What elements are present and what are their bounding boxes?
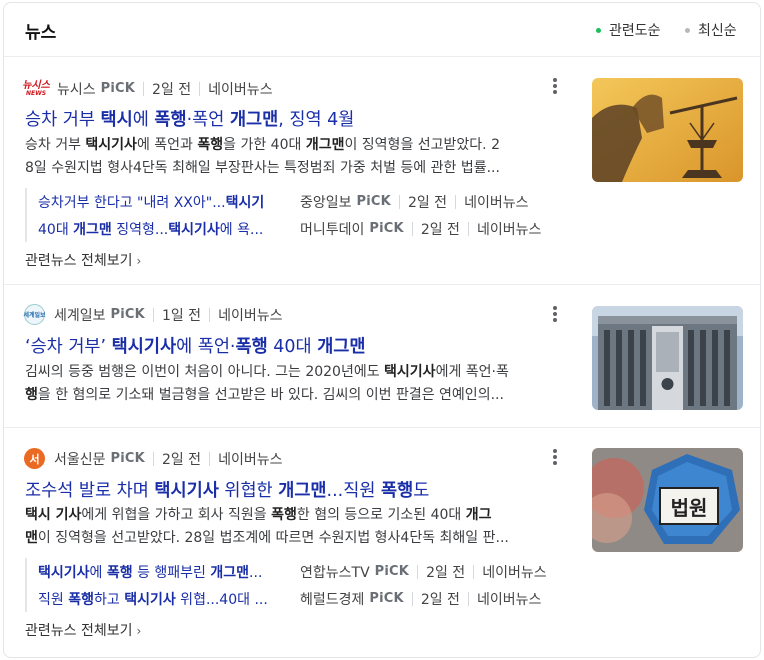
related-news-title[interactable]: 직원 폭행하고 택시기사 위협...40대 ... <box>38 589 300 609</box>
related-news-title[interactable]: 택시기사에 폭행 등 행패부린 개그맨... <box>38 562 300 582</box>
segye-logo-icon: 세계일보 <box>23 304 46 325</box>
related-news-list: 택시기사에 폭행 등 행패부린 개그맨... 연합뉴스TV PiCK 2일 전 네이버… <box>25 558 547 612</box>
court-sign-text: 법원 <box>670 496 708 520</box>
court-building-image[interactable] <box>592 306 743 410</box>
naver-news-link[interactable]: 네이버뉴스 <box>218 449 282 469</box>
related-news-item: 택시기사에 폭행 등 행패부린 개그맨... 연합뉴스TV PiCK 2일 전 네이버… <box>38 558 547 585</box>
related-news-item: 40대 개그맨 징역형...택시기사에 욕... 머니투데이 PiCK 2일 전 네이… <box>38 215 541 242</box>
related-source[interactable]: 머니투데이 <box>300 219 364 239</box>
seoul-shinmun-logo-icon: 서 <box>24 448 45 469</box>
scales-of-justice-image[interactable] <box>592 78 743 182</box>
time-label: 2일 전 <box>152 81 192 98</box>
sort-latest-label: 최신순 <box>698 23 737 39</box>
section-title: 뉴스 <box>25 23 57 43</box>
article-title[interactable]: 조수석 발로 차며 택시기사 위협한 개그맨...직원 폭행도 <box>25 477 429 502</box>
article-summary[interactable]: 택시 기사에게 위협을 가하고 회사 직원을 폭행한 혐의 등으로 기소된 40… <box>25 504 561 550</box>
related-news-item: 승차거부 한다고 "내려 XX아"...택시기 중앙일보 PiCK 2일 전 네이버뉴… <box>38 188 541 215</box>
inactive-dot-icon <box>685 27 690 33</box>
more-options-icon[interactable] <box>553 449 557 465</box>
chevron-right-icon: › <box>136 254 142 268</box>
naver-news-link[interactable]: 네이버뉴스 <box>477 219 541 239</box>
news-header: 뉴스 관련도순 최신순 <box>4 3 760 57</box>
naver-news-link[interactable]: 네이버뉴스 <box>208 79 272 99</box>
sort-relevance-label: 관련도순 <box>609 23 661 39</box>
news-article: 뉴시스 NEWS 뉴시스 PiCK 2일 전 네이버뉴스 승차 거부 택시에 폭… <box>4 57 760 286</box>
source-row: 서 서울신문 PiCK 2일 전 네이버뉴스 <box>24 448 282 469</box>
time-label: 2일 전 <box>161 451 202 468</box>
article-title[interactable]: ‘승차 거부’ 택시기사에 폭언·폭행 40대 개그맨 <box>25 333 366 358</box>
source-name[interactable]: 서울신문 <box>54 449 106 469</box>
naver-news-link[interactable]: 네이버뉴스 <box>482 562 546 582</box>
related-source[interactable]: 중앙일보 <box>300 192 352 212</box>
chevron-right-icon: › <box>136 624 142 638</box>
related-news-item: 직원 폭행하고 택시기사 위협...40대 ... 헤럴드경제 PiCK 2일 전네… <box>38 585 547 612</box>
source-name[interactable]: 뉴시스 <box>57 79 96 99</box>
news-article: 세계일보 세계일보 PiCK 1일 전 네이버뉴스 ‘승차 거부’ 택시기사에 … <box>4 285 760 428</box>
newsis-logo-icon: 뉴시스 NEWS <box>22 79 50 97</box>
sort-relevance-button[interactable]: 관련도순 <box>596 20 661 40</box>
related-source[interactable]: 연합뉴스TV <box>300 562 370 582</box>
source-row: 세계일보 세계일보 PiCK 1일 전 네이버뉴스 <box>23 304 282 325</box>
naver-news-link[interactable]: 네이버뉴스 <box>218 305 282 325</box>
related-news-title[interactable]: 40대 개그맨 징역형...택시기사에 욕... <box>38 219 300 239</box>
news-article: 서 서울신문 PiCK 2일 전 네이버뉴스 조수석 발로 차며 택시기사 위협… <box>4 428 760 657</box>
related-news-all-link[interactable]: 관련뉴스 전체보기 › <box>25 250 141 270</box>
court-sign-image[interactable]: 법원 <box>592 448 743 552</box>
related-news-all-link[interactable]: 관련뉴스 전체보기 › <box>25 620 141 640</box>
article-title[interactable]: 승차 거부 택시에 폭행·폭언 개그맨, 징역 4월 <box>25 106 354 131</box>
naver-news-link[interactable]: 네이버뉴스 <box>477 589 541 609</box>
pick-badge: PiCK <box>100 81 136 96</box>
article-summary[interactable]: 승차 거부 택시기사에 폭언과 폭행을 가한 40대 개그맨이 징역형을 선고받… <box>25 134 561 180</box>
related-news-title[interactable]: 승차거부 한다고 "내려 XX아"...택시기 <box>38 192 300 212</box>
pick-badge: PiCK <box>110 307 145 322</box>
time-label: 1일 전 <box>161 307 202 324</box>
source-row: 뉴시스 NEWS 뉴시스 PiCK 2일 전 네이버뉴스 <box>22 78 272 99</box>
sort-latest-button[interactable]: 최신순 <box>685 20 737 40</box>
more-options-icon[interactable] <box>553 306 557 322</box>
source-name[interactable]: 세계일보 <box>54 305 106 325</box>
active-dot-icon <box>596 27 601 33</box>
naver-news-link[interactable]: 네이버뉴스 <box>464 192 528 212</box>
article-summary[interactable]: 김씨의 등중 범행은 이번이 처음이 아니다. 그는 2020년에도 택시기사에… <box>25 361 561 407</box>
related-source[interactable]: 헤럴드경제 <box>300 589 364 609</box>
news-panel: 뉴스 관련도순 최신순 뉴시스 NEWS 뉴시스 PiCK 2일 전 네이버뉴스… <box>3 2 761 658</box>
related-news-list: 승차거부 한다고 "내려 XX아"...택시기 중앙일보 PiCK 2일 전 네이버뉴… <box>25 188 541 242</box>
pick-badge: PiCK <box>110 451 145 466</box>
more-options-icon[interactable] <box>553 78 557 94</box>
